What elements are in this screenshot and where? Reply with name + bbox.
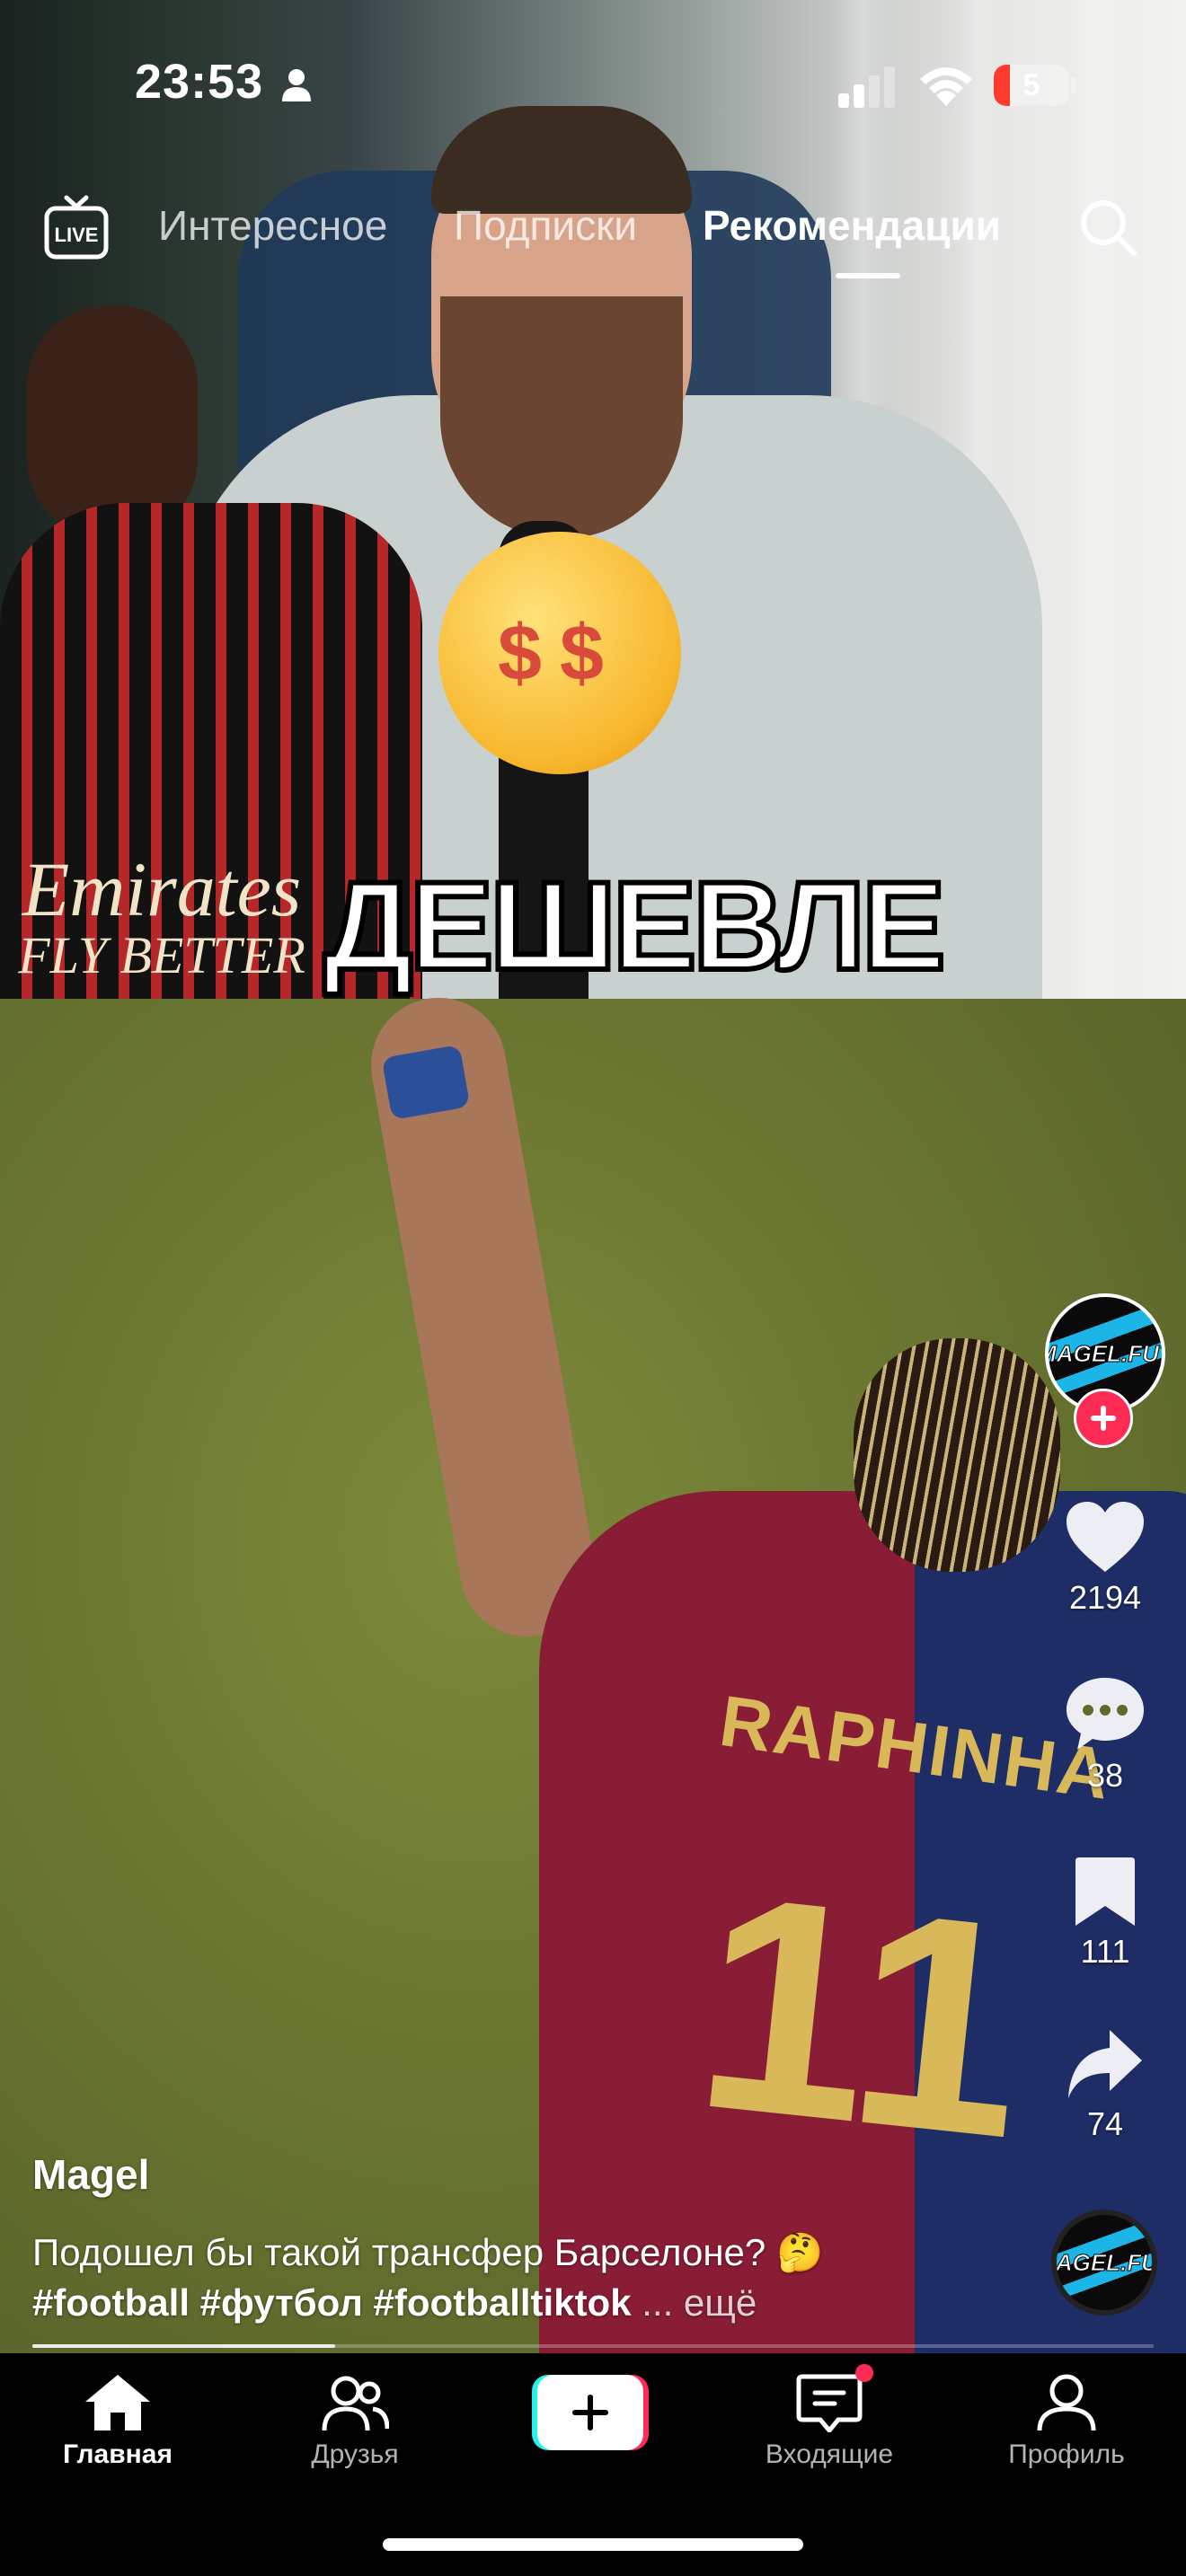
disc-text: MAGEL.FUT	[1055, 2248, 1157, 2276]
signal-icon	[838, 66, 895, 108]
nav-home[interactable]: Главная	[19, 2373, 217, 2470]
comment-count: 38	[1086, 1757, 1124, 1794]
video-player[interactable]: $$ Emirates FLY BETTER ДЕШЕВЛЕ RAPHINHA …	[0, 0, 1186, 2353]
comment-icon	[1067, 1678, 1144, 1750]
jersey-number: 11	[684, 1830, 1041, 2203]
streamer-beard	[440, 296, 683, 539]
money-eyes-emoji: $$	[438, 532, 681, 774]
person-icon	[282, 69, 311, 101]
home-icon	[85, 2375, 150, 2430]
heart-icon	[1067, 1502, 1144, 1572]
svg-text:LIVE: LIVE	[55, 224, 99, 246]
battery-tip	[1071, 77, 1076, 93]
more-link[interactable]: ... ещё	[642, 2281, 757, 2324]
nav-home-label: Главная	[62, 2439, 173, 2469]
nav-friends-label: Друзья	[311, 2439, 399, 2469]
description-text: Подошел бы такой трансфер Барселоне? 🤔	[32, 2231, 824, 2273]
share-arrow-icon	[1068, 2030, 1142, 2098]
nav-profile[interactable]: Профиль	[968, 2373, 1165, 2470]
hashtags[interactable]: #football #футбол #footballtiktok	[32, 2281, 632, 2324]
bookmark-icon	[1075, 1857, 1135, 1926]
nav-inbox[interactable]: Входящие	[730, 2373, 928, 2470]
jersey-sponsor: Emirates FLY BETTER	[0, 844, 323, 985]
like-count: 2194	[1068, 1579, 1142, 1616]
share-count: 74	[1086, 2105, 1124, 2142]
home-indicator[interactable]	[383, 2538, 803, 2551]
avatar-text: MAGEL.FUT	[1049, 1339, 1162, 1367]
tab-for-you[interactable]: Рекомендации	[703, 201, 1001, 250]
save-count: 111	[1080, 1933, 1130, 1970]
curtain-fold	[1069, 0, 1123, 999]
video-progress-fill	[32, 2344, 335, 2348]
like-button[interactable]: 2194	[1042, 1500, 1168, 1617]
create-button-face	[537, 2375, 643, 2450]
tab-explore[interactable]: Интересное	[158, 201, 387, 250]
nav-profile-label: Профиль	[1008, 2439, 1125, 2469]
friends-icon	[322, 2376, 389, 2431]
plus-icon	[572, 2395, 608, 2430]
battery-icon: 5	[994, 65, 1069, 106]
plus-icon	[1091, 1406, 1116, 1431]
author-name[interactable]: Magel	[32, 2150, 149, 2199]
create-button[interactable]	[532, 2375, 649, 2450]
sponsor-line2: FLY BETTER	[18, 926, 305, 984]
search-icon[interactable]	[1076, 196, 1139, 259]
sponsor-line1: Emirates	[22, 846, 302, 932]
inbox-icon	[796, 2374, 863, 2432]
nav-inbox-label: Входящие	[765, 2439, 894, 2469]
video-description[interactable]: Подошел бы такой трансфер Барселоне? 🤔 #…	[32, 2228, 1003, 2328]
share-button[interactable]: 74	[1042, 2028, 1168, 2143]
save-button[interactable]: 111	[1042, 1856, 1168, 1971]
sound-disc[interactable]: MAGEL.FUT	[1051, 2210, 1157, 2316]
active-tab-indicator	[836, 273, 900, 278]
live-icon[interactable]: LIVE	[43, 194, 110, 260]
nav-friends[interactable]: Друзья	[256, 2373, 454, 2470]
status-bar: 23:53 5	[0, 54, 1186, 117]
top-nav: LIVE Интересное Подписки Рекомендации	[0, 190, 1186, 298]
video-progress[interactable]	[32, 2344, 1154, 2348]
profile-icon	[1037, 2374, 1096, 2431]
braided-hair	[854, 1338, 1060, 1572]
wifi-icon	[920, 67, 972, 106]
follow-button[interactable]	[1074, 1389, 1133, 1448]
overlay-caption: ДЕШЕВЛЕ	[321, 852, 948, 999]
video-frame-top: $$ Emirates FLY BETTER ДЕШЕВЛЕ	[0, 0, 1186, 1024]
tab-following[interactable]: Подписки	[454, 201, 637, 250]
notification-dot	[855, 2364, 873, 2382]
battery-percent: 5	[1022, 68, 1040, 102]
status-time: 23:53	[135, 55, 264, 109]
comment-button[interactable]: 38	[1042, 1676, 1168, 1795]
